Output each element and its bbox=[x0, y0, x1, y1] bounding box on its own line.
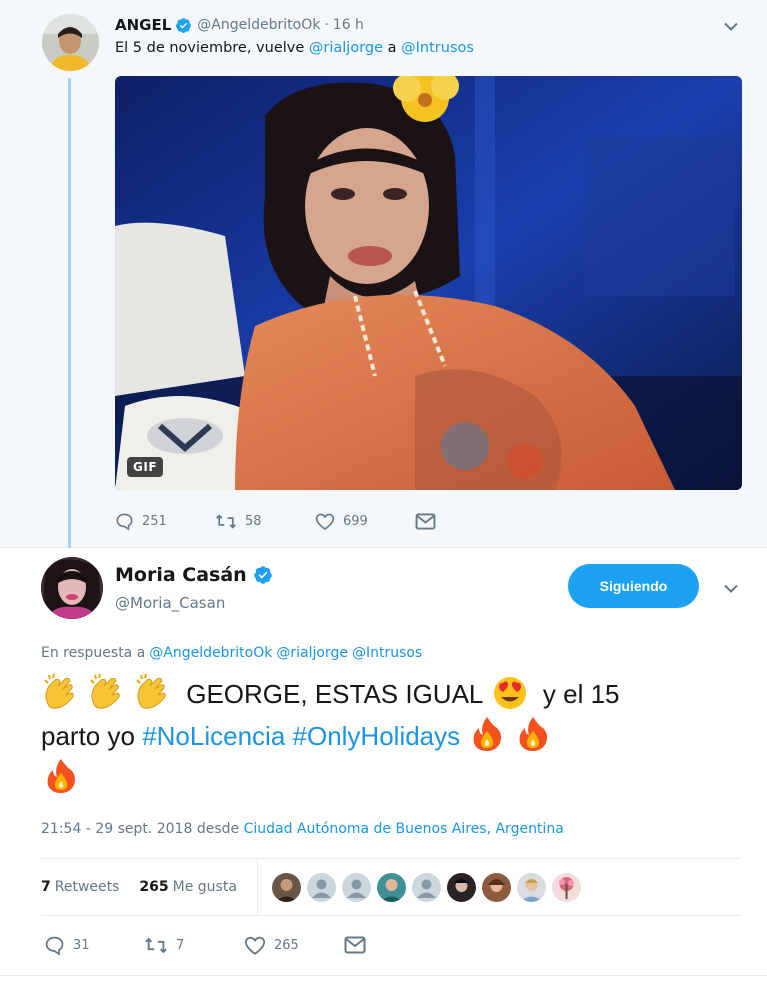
tweet-text-line2: parto yo bbox=[41, 721, 135, 751]
verified-badge-icon bbox=[253, 565, 273, 585]
retweet-button[interactable]: 58 bbox=[215, 510, 315, 532]
replying-to: En respuesta a @AngeldebritoOk @rialjorge @… bbox=[41, 645, 426, 661]
retweets-stat[interactable]: 7 Retweets bbox=[41, 879, 119, 895]
author-name[interactable]: Moria Casán bbox=[115, 564, 247, 586]
tweet-text: El 5 de noviembre, vuelve @rialjorge a @… bbox=[115, 40, 474, 56]
tweet-text-main: GEORGE, ESTAS IGUAL bbox=[186, 679, 483, 709]
clapping-hands-icon bbox=[41, 672, 81, 712]
reply-tweet-header: Moria Casán bbox=[115, 564, 273, 586]
hashtag-link[interactable]: #OnlyHolidays bbox=[293, 721, 461, 751]
fire-icon bbox=[467, 714, 507, 754]
reply-count: 251 bbox=[142, 513, 167, 529]
envelope-icon bbox=[344, 936, 366, 954]
thread-line bbox=[68, 78, 71, 548]
reply-icon bbox=[44, 935, 65, 956]
tweet-text-part: El 5 de noviembre, vuelve bbox=[115, 40, 309, 56]
like-count: 265 bbox=[274, 937, 299, 953]
envelope-icon bbox=[415, 512, 436, 530]
heart-eyes-icon bbox=[490, 672, 530, 712]
location-link[interactable]: Ciudad Autónoma de Buenos Aires, Argenti… bbox=[244, 821, 564, 837]
stats-divider bbox=[256, 859, 258, 915]
liker-avatar[interactable] bbox=[271, 872, 301, 902]
tweet-actions: 31 7 265 bbox=[44, 933, 366, 957]
direct-message-button[interactable] bbox=[415, 510, 436, 532]
reply-button[interactable]: 31 bbox=[44, 934, 144, 956]
reply-button[interactable]: 251 bbox=[115, 510, 215, 532]
author-handle[interactable]: @Moria_Casan bbox=[115, 594, 225, 612]
liker-avatar[interactable] bbox=[516, 872, 546, 902]
fire-icon bbox=[41, 756, 81, 796]
mention-link[interactable]: @Intrusos bbox=[401, 40, 474, 56]
reply-count: 31 bbox=[73, 937, 90, 953]
like-button[interactable]: 265 bbox=[244, 934, 344, 956]
tweet-timestamp: 21:54 - 29 sept. 2018 desde Ciudad Autón… bbox=[41, 821, 564, 837]
reply-icon bbox=[115, 512, 134, 531]
mention-link[interactable]: @rialjorge bbox=[276, 645, 348, 661]
author-name[interactable]: ANGEL bbox=[115, 16, 171, 34]
retweet-button[interactable]: 7 bbox=[144, 934, 244, 956]
tweet-gif-media[interactable]: GIF bbox=[115, 76, 742, 490]
tweet-text-part: a bbox=[383, 40, 402, 56]
likes-stat[interactable]: 265 Me gusta bbox=[139, 879, 237, 895]
fire-icon bbox=[513, 714, 553, 754]
replying-to-label: En respuesta a bbox=[41, 645, 146, 661]
gif-image bbox=[115, 76, 742, 490]
verified-badge-icon bbox=[175, 17, 192, 34]
liker-avatar[interactable] bbox=[446, 872, 476, 902]
tweet-menu-chevron-icon[interactable] bbox=[721, 16, 741, 36]
following-button[interactable]: Siguiendo bbox=[568, 564, 699, 608]
heart-icon bbox=[315, 512, 335, 531]
liker-avatar[interactable] bbox=[376, 872, 406, 902]
divider bbox=[41, 915, 741, 916]
mention-link[interactable]: @Intrusos bbox=[352, 645, 422, 661]
heart-icon bbox=[244, 935, 266, 956]
avatar[interactable] bbox=[41, 557, 103, 619]
like-count: 699 bbox=[343, 513, 368, 529]
retweet-count: 58 bbox=[245, 513, 262, 529]
retweet-icon bbox=[144, 935, 168, 956]
divider bbox=[0, 975, 767, 976]
retweets-stat-count: 7 bbox=[41, 879, 51, 895]
like-button[interactable]: 699 bbox=[315, 510, 415, 532]
liker-avatar[interactable] bbox=[481, 872, 511, 902]
likers-avatars bbox=[271, 872, 587, 902]
tweet-text: GEORGE, ESTAS IGUAL y el 15 parto yo #No… bbox=[41, 672, 731, 798]
author-handle[interactable]: @AngeldebritoOk bbox=[197, 17, 320, 33]
mention-link[interactable]: @AngeldebritoOk bbox=[149, 645, 272, 661]
parent-tweet[interactable]: ANGEL @AngeldebritoOk · 16 h El 5 de nov… bbox=[0, 0, 767, 548]
direct-message-button[interactable] bbox=[344, 934, 366, 956]
tweet-time[interactable]: 16 h bbox=[333, 17, 364, 33]
tweet-text-after-emoji: y el 15 bbox=[542, 679, 620, 709]
mention-link[interactable]: @rialjorge bbox=[309, 40, 383, 56]
likes-stat-label: Me gusta bbox=[172, 879, 237, 895]
default-avatar-icon[interactable] bbox=[411, 872, 441, 902]
hashtag-link[interactable]: #NoLicencia bbox=[142, 721, 285, 751]
clapping-hands-icon bbox=[87, 672, 127, 712]
avatar[interactable] bbox=[42, 14, 99, 71]
likes-stat-count: 265 bbox=[139, 879, 169, 895]
tweet-menu-chevron-icon[interactable] bbox=[721, 578, 741, 598]
tweet-stats: 7 Retweets 265 Me gusta bbox=[41, 859, 741, 915]
timestamp-text[interactable]: 21:54 - 29 sept. 2018 desde bbox=[41, 821, 239, 837]
gif-badge: GIF bbox=[127, 457, 164, 477]
retweet-count: 7 bbox=[176, 937, 185, 953]
parent-tweet-header: ANGEL @AngeldebritoOk · 16 h bbox=[115, 14, 364, 36]
retweet-icon bbox=[215, 512, 237, 531]
clapping-hands-icon bbox=[133, 672, 173, 712]
retweets-stat-label: Retweets bbox=[54, 879, 120, 895]
separator-dot: · bbox=[324, 17, 329, 33]
default-avatar-icon[interactable] bbox=[306, 872, 336, 902]
tweet-actions: 251 58 699 bbox=[115, 510, 436, 532]
default-avatar-icon[interactable] bbox=[341, 872, 371, 902]
liker-avatar[interactable] bbox=[551, 872, 581, 902]
